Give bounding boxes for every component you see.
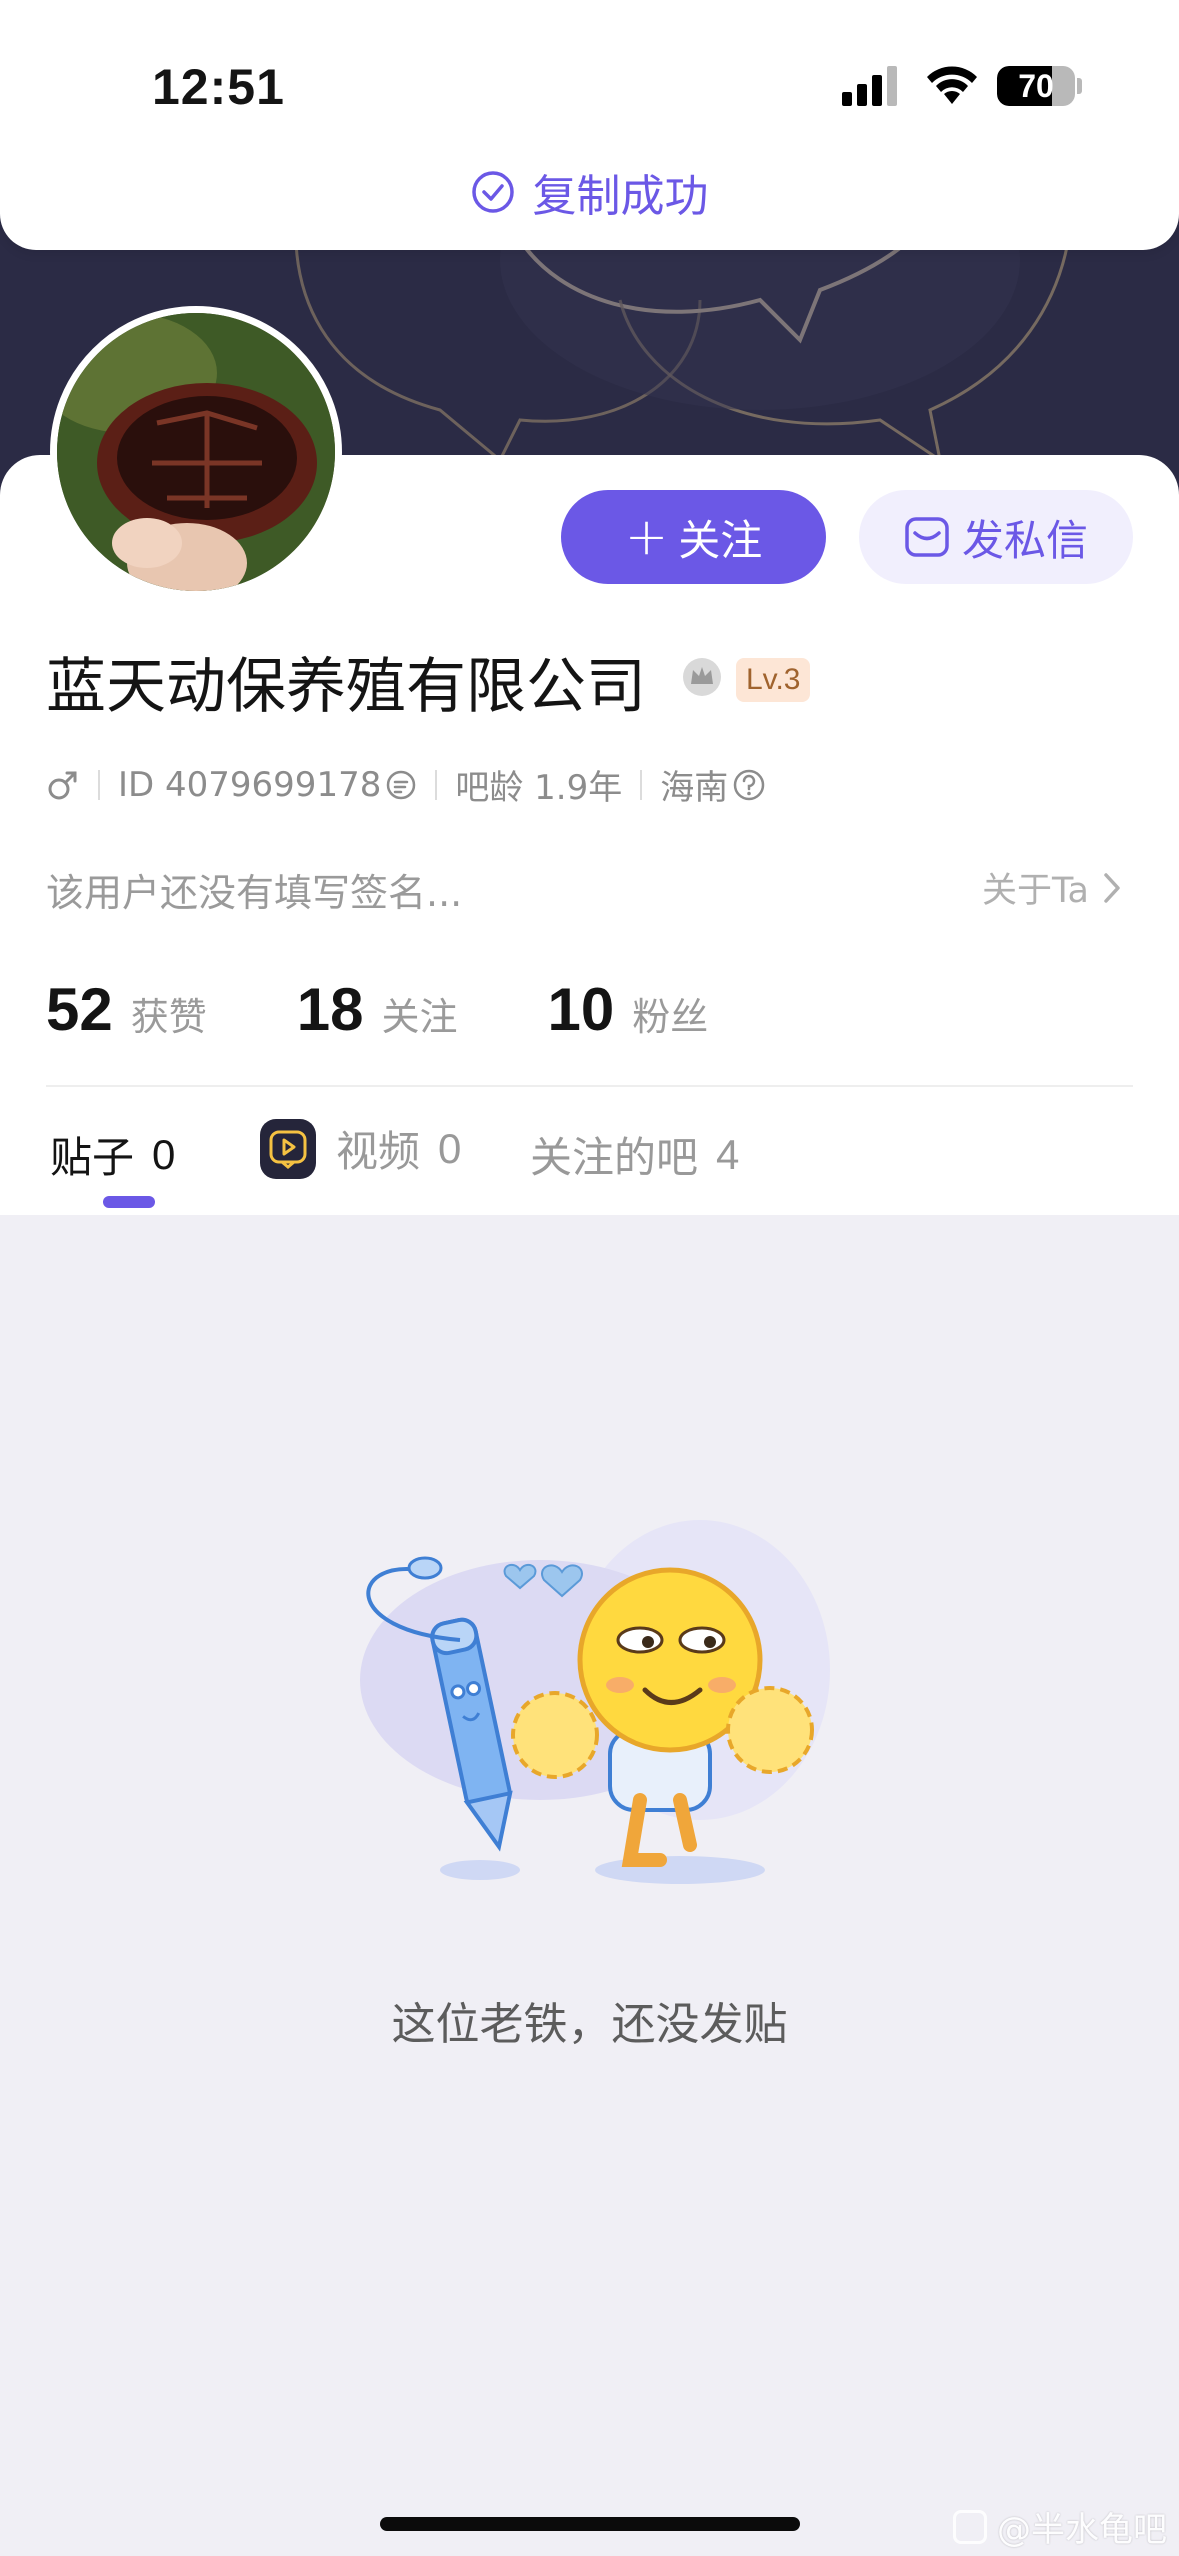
follow-label: 关注 [678, 515, 763, 565]
profile-meta: ID 4079699178 吧龄 1.9年 海南 [46, 760, 766, 809]
profile-tabs: 贴子 0 视频 0 关注的吧 4 [0, 1088, 1179, 1214]
meta-separator [435, 769, 438, 800]
tab-label: 贴子 [50, 1133, 135, 1182]
battery-indicator: 70 [997, 66, 1075, 106]
send-message-button[interactable]: 发私信 [859, 490, 1133, 584]
stat-number: 52 [46, 976, 113, 1043]
tab-count: 4 [716, 1130, 740, 1178]
about-label: 关于Ta [981, 871, 1089, 911]
tab-posts[interactable]: 贴子 0 [50, 1124, 175, 1185]
chevron-right-icon [1104, 872, 1120, 903]
envelope-icon [905, 517, 949, 557]
stat-fans[interactable]: 10 粉丝 [548, 975, 709, 1044]
cellular-signal-icon [842, 66, 897, 106]
help-icon[interactable] [732, 768, 766, 802]
male-icon [48, 771, 77, 799]
empty-state-text: 这位老铁，还没发贴 [391, 1999, 788, 2050]
tab-active-indicator [103, 1196, 155, 1208]
watermark-text: @半水龟吧 [997, 2510, 1167, 2550]
wifi-icon [927, 66, 977, 104]
tab-videos[interactable]: 视频 0 [260, 1118, 461, 1179]
avatar[interactable] [50, 306, 342, 598]
battery-tip [1077, 78, 1082, 94]
level-badge[interactable]: Lv.3 [736, 658, 811, 702]
toast-card: 12:51 70 复制成功 [0, 0, 1179, 250]
stat-label: 关注 [381, 995, 458, 1039]
stat-likes[interactable]: 52 获赞 [46, 975, 207, 1044]
home-indicator[interactable] [380, 2517, 800, 2531]
bio-text: 该用户还没有填写签名... [46, 871, 463, 915]
weibo-logo-icon [953, 2509, 987, 2544]
profile-stats: 52 获赞 18 关注 10 粉丝 [46, 975, 798, 1044]
stat-number: 10 [547, 976, 615, 1043]
stat-label: 获赞 [130, 995, 207, 1039]
divider [46, 1085, 1133, 1087]
empty-state-illustration [360, 1520, 830, 1884]
tab-label: 关注的吧 [530, 1133, 699, 1182]
watermark: @半水龟吧 [953, 2502, 1167, 2551]
stat-following[interactable]: 18 关注 [297, 975, 458, 1044]
message-label: 发私信 [961, 515, 1088, 565]
tab-count: 0 [438, 1124, 462, 1172]
bar-age: 吧龄 1.9年 [455, 768, 623, 808]
copy-icon[interactable] [385, 769, 417, 801]
location: 海南 [660, 768, 729, 808]
check-circle-icon [471, 171, 514, 213]
crown-badge-icon[interactable] [681, 656, 723, 698]
profile-name: 蓝天动保养殖有限公司 [46, 652, 646, 722]
status-time: 12:51 [152, 59, 285, 115]
tab-label: 视频 [336, 1127, 421, 1176]
about-link[interactable]: 关于Ta [982, 862, 1127, 913]
plus-icon: + [624, 507, 669, 567]
stat-number: 18 [296, 976, 364, 1043]
turtle-photo [57, 313, 335, 591]
toast-text: 复制成功 [532, 171, 709, 222]
tab-followed-bars[interactable]: 关注的吧 4 [530, 1124, 739, 1185]
tab-count: 0 [152, 1130, 176, 1178]
video-play-icon [260, 1118, 316, 1179]
follow-button[interactable]: + 关注 [561, 490, 826, 584]
stat-label: 粉丝 [632, 995, 709, 1039]
user-id[interactable]: ID 4079699178 [118, 765, 381, 805]
meta-separator [98, 769, 100, 800]
meta-separator [640, 769, 643, 800]
copy-success-toast: 复制成功 [0, 160, 1179, 224]
